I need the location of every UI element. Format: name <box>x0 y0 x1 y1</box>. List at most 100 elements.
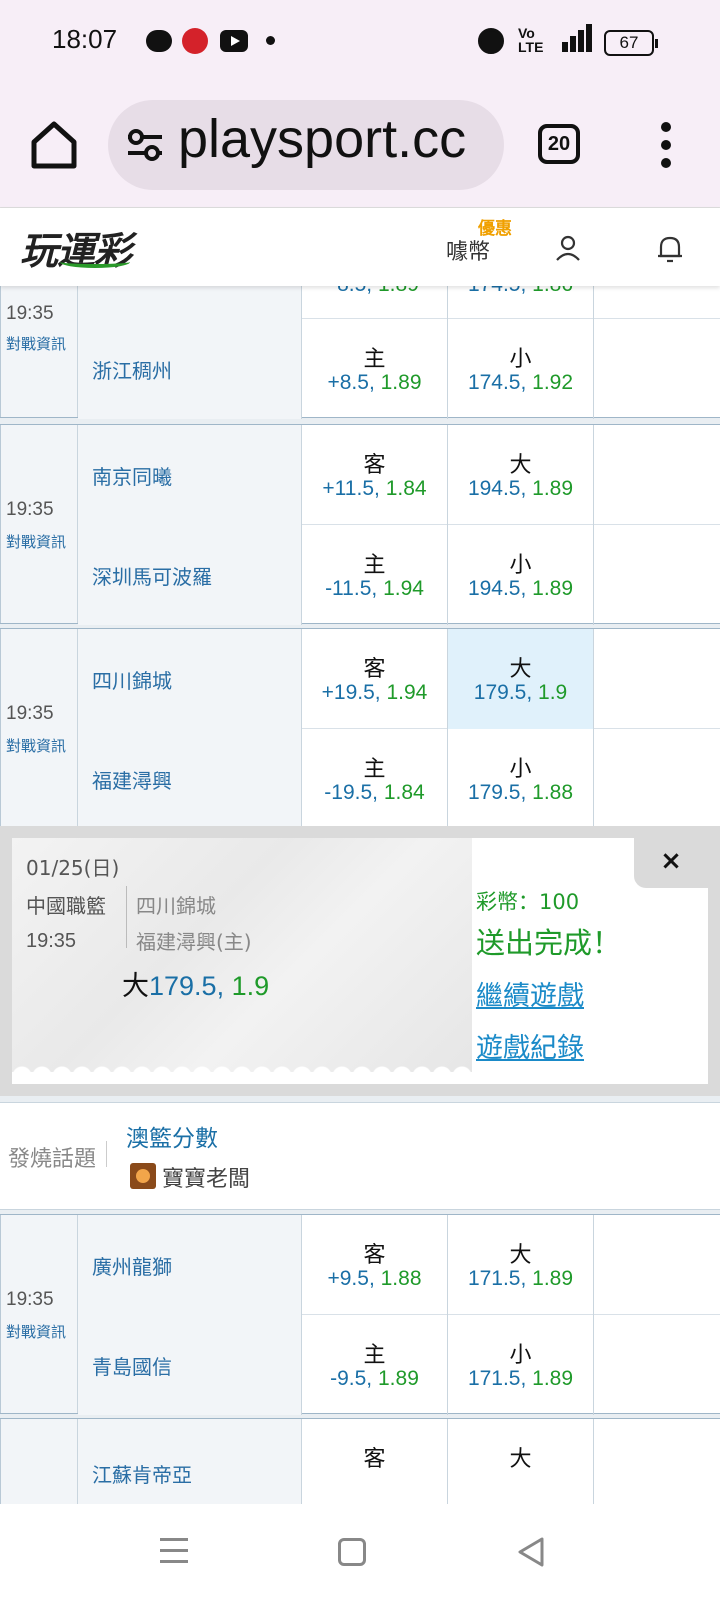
odds-label: 大 <box>509 1447 532 1472</box>
team-name[interactable]: 深圳馬可波羅 <box>92 561 212 590</box>
empty-cell <box>594 629 720 729</box>
game-time: 19:35 <box>6 499 54 520</box>
more-notifications-dot-icon <box>266 36 275 45</box>
spread-odds-cell[interactable]: 客 +11.5, 1.84 <box>302 425 448 525</box>
spread-odds-cell[interactable]: 主 +8.5, 1.89 <box>302 319 448 419</box>
youtube-icon <box>220 30 248 52</box>
slip-league: 中國職籃 <box>26 894 106 918</box>
odds-value: +19.5, 1.94 <box>321 681 428 704</box>
odds-value: +8.5, 1.89 <box>327 371 422 394</box>
odds-label: 大 <box>509 1243 532 1268</box>
odds-value: -9.5, 1.89 <box>330 1367 419 1390</box>
recent-apps-icon[interactable] <box>160 1536 190 1566</box>
team-name[interactable]: 南京同曦 <box>92 461 172 490</box>
odds-value: 194.5, 1.89 <box>467 477 574 500</box>
spread-odds-cell[interactable]: 客 <box>302 1419 448 1504</box>
total-odds-cell[interactable]: 174.5, 1.86 <box>448 286 594 319</box>
site-settings-icon[interactable] <box>126 128 164 162</box>
total-odds-cell[interactable]: 大 171.5, 1.89 <box>448 1215 594 1315</box>
odds-value: 174.5, 1.92 <box>467 371 574 394</box>
odds-label: 客 <box>363 1243 386 1268</box>
address-bar[interactable]: playsport.cc <box>108 100 504 190</box>
total-odds-cell[interactable]: 小 171.5, 1.89 <box>448 1315 594 1415</box>
odds-label: 客 <box>363 1447 386 1472</box>
odds-value: 174.5, 1.86 <box>448 286 593 297</box>
empty-cell <box>594 286 720 319</box>
empty-cell <box>594 319 720 419</box>
team-name[interactable]: 青島國信 <box>92 1351 172 1380</box>
team-row: 四川錦城 客 +19.5, 1.94 大 179.5, 1.9 <box>78 629 720 729</box>
game-record-link[interactable]: 遊戲紀錄 <box>476 1026 584 1065</box>
odds-value: -19.5, 1.84 <box>324 781 425 804</box>
team-cell: 廣州龍獅 <box>78 1215 302 1315</box>
close-icon[interactable]: × <box>634 838 708 888</box>
logo-swoosh <box>60 256 130 268</box>
home-square-icon[interactable] <box>338 1538 366 1566</box>
game-time-column: 19:35 對戰資訊 <box>0 425 78 623</box>
back-icon[interactable] <box>516 1536 546 1568</box>
total-odds-cell[interactable]: 小 174.5, 1.92 <box>448 319 594 419</box>
odds-value: 179.5, 1.9 <box>473 681 568 704</box>
hot-topic-author[interactable]: 寶寶老闆 <box>162 1161 250 1193</box>
slip-time: 19:35 <box>26 930 77 952</box>
coin-link[interactable]: 噱幣 <box>446 234 490 266</box>
spread-odds-cell[interactable]: 主 -11.5, 1.94 <box>302 525 448 625</box>
site-header: 玩運彩 優惠 噱幣 <box>0 208 720 286</box>
odds-value: 179.5, 1.88 <box>467 781 574 804</box>
match-info-link[interactable]: 對戰資訊 <box>6 333 66 354</box>
game-row: 江蘇肯帝亞 客 大 <box>0 1418 720 1504</box>
odds-label: 客 <box>363 657 386 682</box>
tab-switcher-button[interactable]: 20 <box>538 124 580 164</box>
game-time-column <box>0 1419 78 1504</box>
submit-status: 送出完成！ <box>476 926 622 960</box>
odds-label: 主 <box>363 757 386 782</box>
slip-date: 01/25(日) <box>26 856 120 880</box>
battery-icon: 67 <box>604 30 658 56</box>
game-row: 19:35 對戰資訊 四川錦城 客 +19.5, 1.94 大 179.5, 1… <box>0 628 720 829</box>
team-row: 福建潯興 主 -19.5, 1.84 小 179.5, 1.88 <box>78 729 720 829</box>
spread-odds-cell[interactable]: -8.5, 1.89 <box>302 286 448 319</box>
match-info-link[interactable]: 對戰資訊 <box>6 735 66 756</box>
hot-topic-title[interactable]: 澳籃分數 <box>126 1119 218 1153</box>
spread-odds-cell[interactable]: 客 +19.5, 1.94 <box>302 629 448 729</box>
more-options-icon[interactable] <box>652 122 680 168</box>
odds-value: 171.5, 1.89 <box>467 1267 574 1290</box>
spread-odds-cell[interactable]: 客 +9.5, 1.88 <box>302 1215 448 1315</box>
total-odds-cell[interactable]: 大 <box>448 1419 594 1504</box>
avatar <box>130 1163 156 1189</box>
team-name[interactable]: 福建潯興 <box>92 765 172 794</box>
home-button[interactable] <box>28 120 80 170</box>
game-time: 19:35 <box>6 703 54 724</box>
odds-value: -11.5, 1.94 <box>325 577 424 600</box>
team-name[interactable]: 江蘇肯帝亞 <box>92 1459 192 1488</box>
total-odds-cell-selected[interactable]: 大 179.5, 1.9 <box>448 629 594 729</box>
continue-game-link[interactable]: 繼續遊戲 <box>476 974 584 1013</box>
odds-label: 小 <box>509 757 532 782</box>
team-row: 青島國信 主 -9.5, 1.89 小 171.5, 1.89 <box>78 1315 720 1415</box>
spread-odds-cell[interactable]: 主 -9.5, 1.89 <box>302 1315 448 1415</box>
match-info-link[interactable]: 對戰資訊 <box>6 1321 66 1342</box>
game-time: 19:35 <box>6 1289 54 1310</box>
team-row: 廣州龍獅 客 +9.5, 1.88 大 171.5, 1.89 <box>78 1215 720 1315</box>
user-icon[interactable] <box>554 234 582 262</box>
total-odds-cell[interactable]: 小 194.5, 1.89 <box>448 525 594 625</box>
odds-label: 客 <box>363 453 386 478</box>
hot-topic-bar: 發燒話題 澳籃分數 寶寶老闆 <box>0 1102 720 1210</box>
team-row: 深圳馬可波羅 主 -11.5, 1.94 小 194.5, 1.89 <box>78 525 720 625</box>
odds-value: +11.5, 1.84 <box>322 477 427 500</box>
odds-label: 小 <box>509 553 532 578</box>
total-odds-cell[interactable]: 大 194.5, 1.89 <box>448 425 594 525</box>
team-name[interactable]: 浙江稠州 <box>92 355 172 384</box>
system-nav-bar <box>0 1504 720 1604</box>
team-name[interactable]: 四川錦城 <box>92 665 172 694</box>
match-info-link[interactable]: 對戰資訊 <box>6 531 66 552</box>
team-name[interactable]: 廣州龍獅 <box>92 1251 172 1280</box>
team-row: 江蘇肯帝亞 客 大 <box>78 1419 720 1504</box>
total-odds-cell[interactable]: 小 179.5, 1.88 <box>448 729 594 829</box>
spread-odds-cell[interactable]: 主 -19.5, 1.84 <box>302 729 448 829</box>
odds-label: 主 <box>363 553 386 578</box>
signal-strength-icon <box>552 22 594 52</box>
notification-bell-icon[interactable] <box>656 234 684 264</box>
odds-label: 小 <box>509 1343 532 1368</box>
bet-slip-panel: 01/25(日) 中國職籃 19:35 四川錦城 福建潯興(主) 大179.5,… <box>0 826 720 1096</box>
